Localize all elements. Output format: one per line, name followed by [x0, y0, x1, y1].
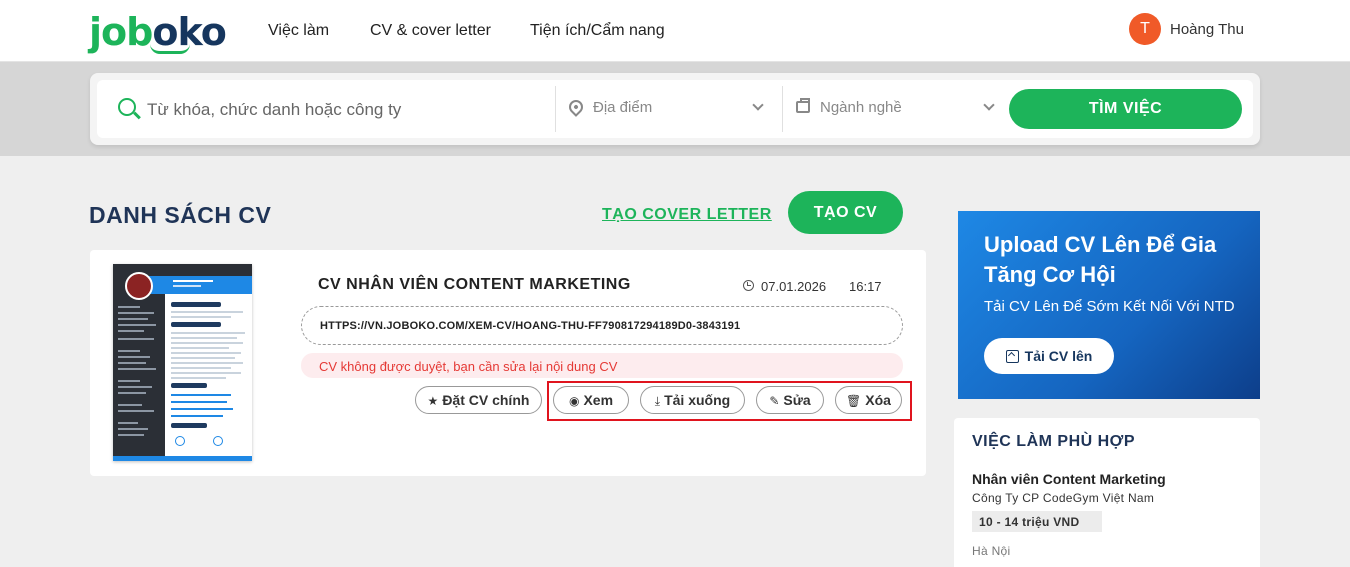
suggested-jobs-title: VIỆC LÀM PHÙ HỢP	[972, 433, 1135, 450]
thumb-line	[171, 377, 226, 379]
thumb-line	[118, 362, 146, 364]
job-salary-badge: 10 - 14 triệu VND	[972, 511, 1102, 532]
thumb-line	[118, 312, 154, 314]
clock-icon	[743, 280, 754, 291]
thumb-photo	[125, 272, 153, 300]
thumb-circle	[213, 436, 223, 446]
page-title: DANH SÁCH CV	[89, 202, 272, 228]
thumb-line	[118, 380, 140, 382]
thumb-line	[118, 386, 152, 388]
set-main-cv-button[interactable]: ★ Đặt CV chính	[415, 386, 542, 414]
job-company[interactable]: Công Ty CP CodeGym Việt Nam	[972, 491, 1154, 505]
thumb-line	[171, 357, 235, 359]
thumb-line	[118, 404, 142, 406]
thumb-line	[171, 352, 241, 354]
thumb-heading	[171, 322, 221, 327]
search-divider	[555, 86, 556, 132]
thumb-line	[171, 316, 231, 318]
thumb-line	[171, 367, 231, 369]
cv-time: 16:17	[849, 279, 882, 294]
thumb-line	[173, 280, 213, 282]
create-cover-letter-link[interactable]: TẠO COVER LETTER	[602, 206, 772, 224]
thumb-line	[171, 372, 241, 374]
thumb-line	[118, 356, 150, 358]
thumb-line	[118, 422, 138, 424]
thumb-line	[118, 410, 154, 412]
thumb-line	[118, 338, 154, 340]
thumb-line	[118, 428, 148, 430]
banner-title: Upload CV Lên Để Gia Tăng Cơ Hội	[984, 232, 1217, 287]
thumb-line	[118, 318, 148, 320]
cv-date: 07.01.2026	[761, 279, 827, 294]
thumb-heading	[171, 423, 207, 428]
thumb-heading	[171, 383, 207, 388]
search-divider	[782, 86, 783, 132]
thumb-skill-bar	[171, 401, 227, 403]
upload-cv-button[interactable]: Tải CV lên	[984, 338, 1114, 374]
logo-smile-mark	[150, 44, 190, 54]
thumb-line	[118, 392, 146, 394]
keyword-input[interactable]	[147, 100, 537, 120]
thumb-line	[118, 434, 144, 436]
thumb-line	[118, 350, 140, 352]
nav-cv-cover-letter[interactable]: CV & cover letter	[370, 22, 491, 40]
search-icon	[118, 98, 136, 116]
nav-tools-guide[interactable]: Tiện ích/Cẩm nang	[530, 22, 665, 40]
thumb-line	[118, 330, 144, 332]
cv-thumbnail[interactable]	[113, 264, 252, 461]
thumb-circle	[175, 436, 185, 446]
job-location: Hà Nội	[972, 544, 1011, 558]
nav-jobs[interactable]: Việc làm	[268, 22, 329, 40]
star-icon: ★	[427, 394, 439, 408]
thumb-line	[171, 347, 229, 349]
thumb-skill-bar	[171, 415, 223, 417]
job-title-link[interactable]: Nhân viên Content Marketing	[972, 471, 1166, 487]
thumb-line	[118, 324, 156, 326]
thumb-skill-bar	[171, 408, 233, 410]
industry-select[interactable]: Ngành nghề	[820, 99, 902, 116]
briefcase-icon	[796, 98, 810, 113]
user-name[interactable]: Hoàng Thu	[1170, 21, 1244, 38]
thumb-line	[171, 337, 237, 339]
thumb-line	[171, 311, 243, 313]
user-avatar[interactable]: T	[1129, 13, 1161, 45]
thumb-heading	[171, 302, 221, 307]
thumb-footer	[113, 456, 252, 461]
thumb-line	[171, 332, 245, 334]
thumb-line	[171, 342, 243, 344]
cv-title[interactable]: CV NHÂN VIÊN CONTENT MARKETING	[318, 276, 631, 294]
thumb-skill-bar	[171, 394, 231, 396]
upload-icon	[1005, 350, 1019, 363]
cv-share-url[interactable]: HTTPS://VN.JOBOKO.COM/XEM-CV/HOANG-THU-F…	[301, 306, 903, 345]
create-cv-button[interactable]: TẠO CV	[788, 191, 903, 234]
thumb-line	[171, 362, 243, 364]
thumb-line	[173, 285, 201, 287]
thumb-line	[118, 306, 140, 308]
banner-subtitle: Tải CV Lên Để Sớm Kết Nối Với NTD	[984, 298, 1235, 315]
location-select[interactable]: Địa điểm	[593, 99, 652, 116]
find-job-button[interactable]: TÌM VIỆC	[1009, 89, 1242, 129]
cv-status-warning: CV không được duyệt, bạn cần sửa lại nội…	[301, 353, 903, 378]
thumb-line	[118, 368, 156, 370]
action-highlight-box	[547, 381, 912, 421]
